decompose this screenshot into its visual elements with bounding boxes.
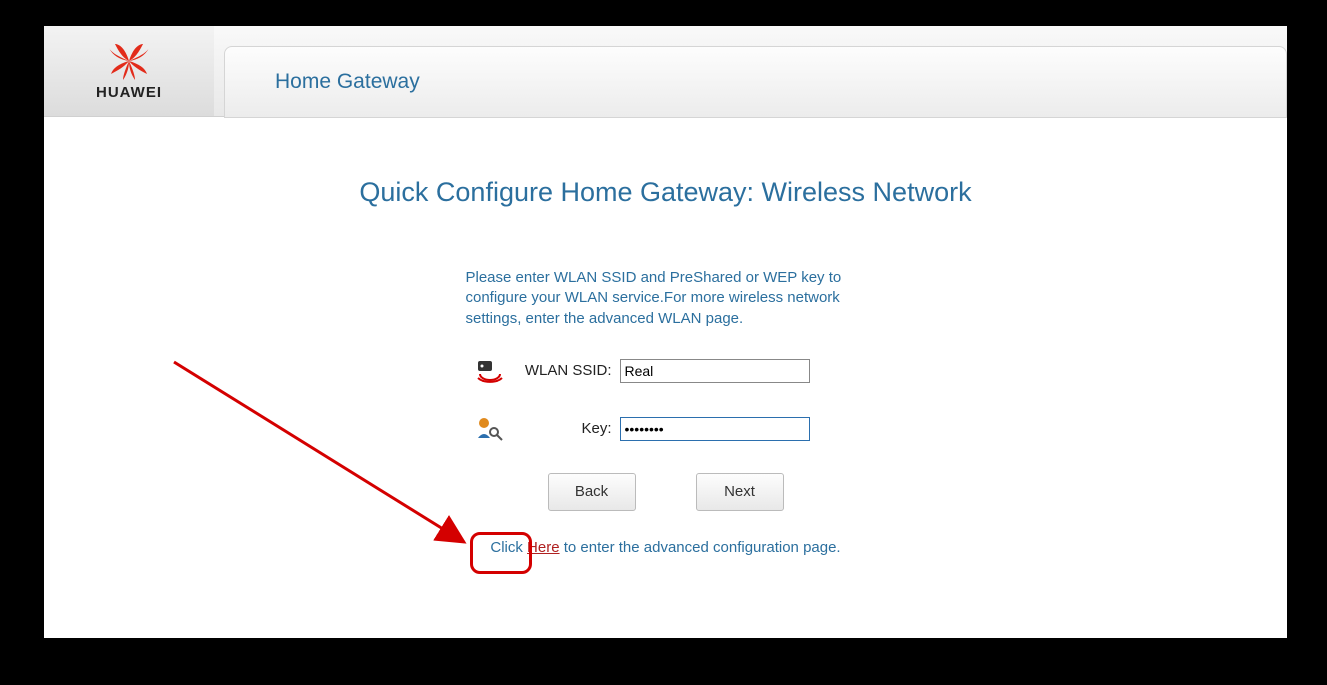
advanced-link[interactable]: Here	[527, 539, 560, 556]
header-title: Home Gateway	[275, 70, 420, 94]
brand-logo-box: HUAWEI	[44, 26, 214, 116]
app-window: HUAWEI Home Gateway Quick Configure Home…	[44, 26, 1287, 638]
next-button[interactable]: Next	[696, 473, 784, 511]
footer-line: Click Here to enter the advanced configu…	[44, 539, 1287, 556]
ssid-input[interactable]	[620, 359, 810, 383]
wlan-form: WLAN SSID: Key:	[466, 347, 866, 453]
page-title: Quick Configure Home Gateway: Wireless N…	[44, 177, 1287, 208]
back-button[interactable]: Back	[548, 473, 636, 511]
button-row: Back Next	[466, 473, 866, 511]
instructions-text: Please enter WLAN SSID and PreShared or …	[466, 268, 866, 329]
ssid-label: WLAN SSID:	[512, 362, 620, 379]
annotation-arrow-icon	[164, 352, 494, 562]
ssid-row: WLAN SSID:	[466, 347, 866, 395]
huawei-flower-icon	[107, 42, 151, 80]
key-row: Key:	[466, 405, 866, 453]
footer-suffix: to enter the advanced configuration page…	[560, 539, 841, 556]
key-label: Key:	[512, 420, 620, 437]
brand-name: HUAWEI	[96, 84, 162, 101]
wifi-router-icon	[474, 358, 504, 384]
title-tab: Home Gateway	[224, 46, 1287, 118]
header-bar: HUAWEI Home Gateway	[44, 26, 1287, 117]
user-key-icon	[474, 416, 504, 442]
key-input[interactable]	[620, 417, 810, 441]
content-area: Quick Configure Home Gateway: Wireless N…	[44, 117, 1287, 556]
footer-prefix: Click	[490, 539, 527, 556]
